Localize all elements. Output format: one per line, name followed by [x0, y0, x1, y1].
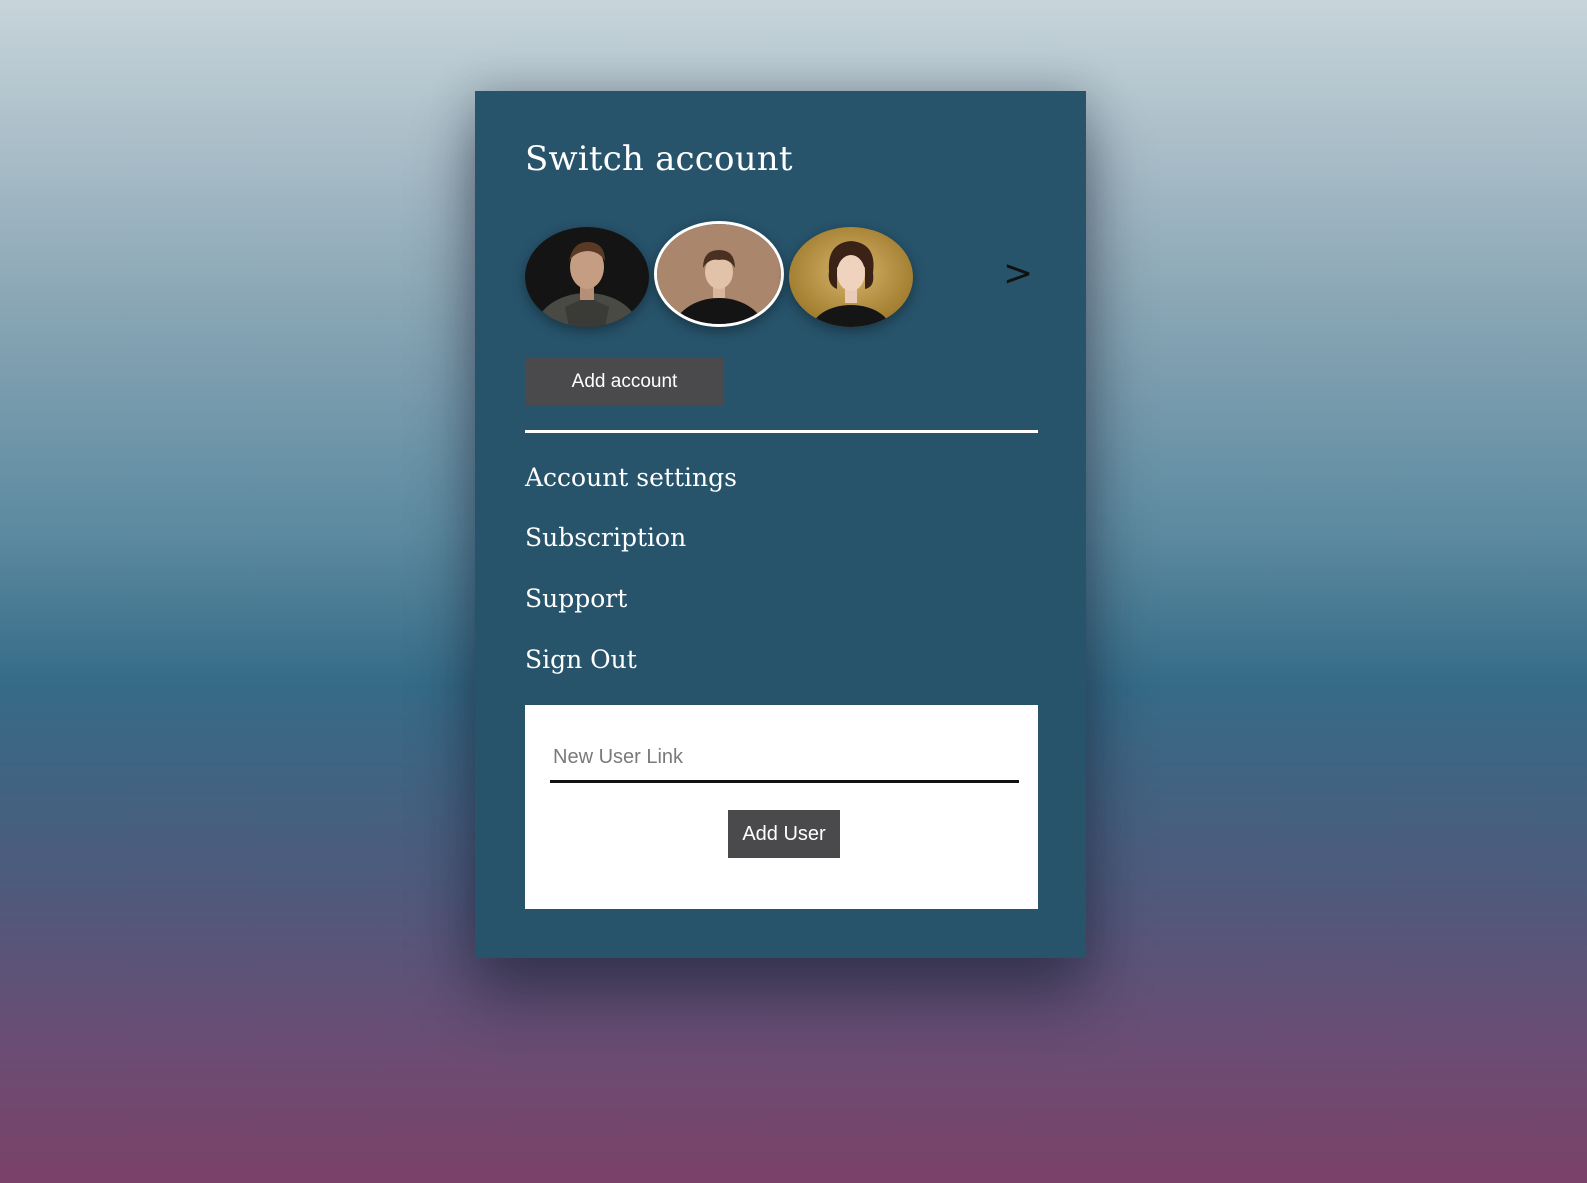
man-portrait-icon: [525, 227, 649, 327]
account-avatar-1[interactable]: [525, 227, 649, 327]
menu-item-subscription[interactable]: Subscription: [525, 523, 686, 552]
add-user-button[interactable]: Add User: [728, 810, 840, 858]
next-accounts-arrow[interactable]: >: [1003, 253, 1033, 294]
menu-item-sign-out[interactable]: Sign Out: [525, 645, 637, 674]
menu-item-account-settings[interactable]: Account settings: [525, 463, 737, 492]
account-avatar-2[interactable]: [654, 221, 784, 327]
panel-title: Switch account: [525, 139, 793, 179]
divider: [525, 430, 1038, 433]
new-user-form: Add User: [525, 705, 1038, 909]
boy-portrait-icon: [657, 224, 781, 324]
account-avatar-3[interactable]: [789, 227, 913, 327]
add-account-button[interactable]: Add account: [525, 358, 724, 406]
woman-portrait-icon: [789, 227, 913, 327]
menu-item-support[interactable]: Support: [525, 584, 627, 613]
switch-account-panel: Switch account > Add account Account set…: [475, 91, 1086, 958]
new-user-link-input[interactable]: [550, 735, 1019, 783]
